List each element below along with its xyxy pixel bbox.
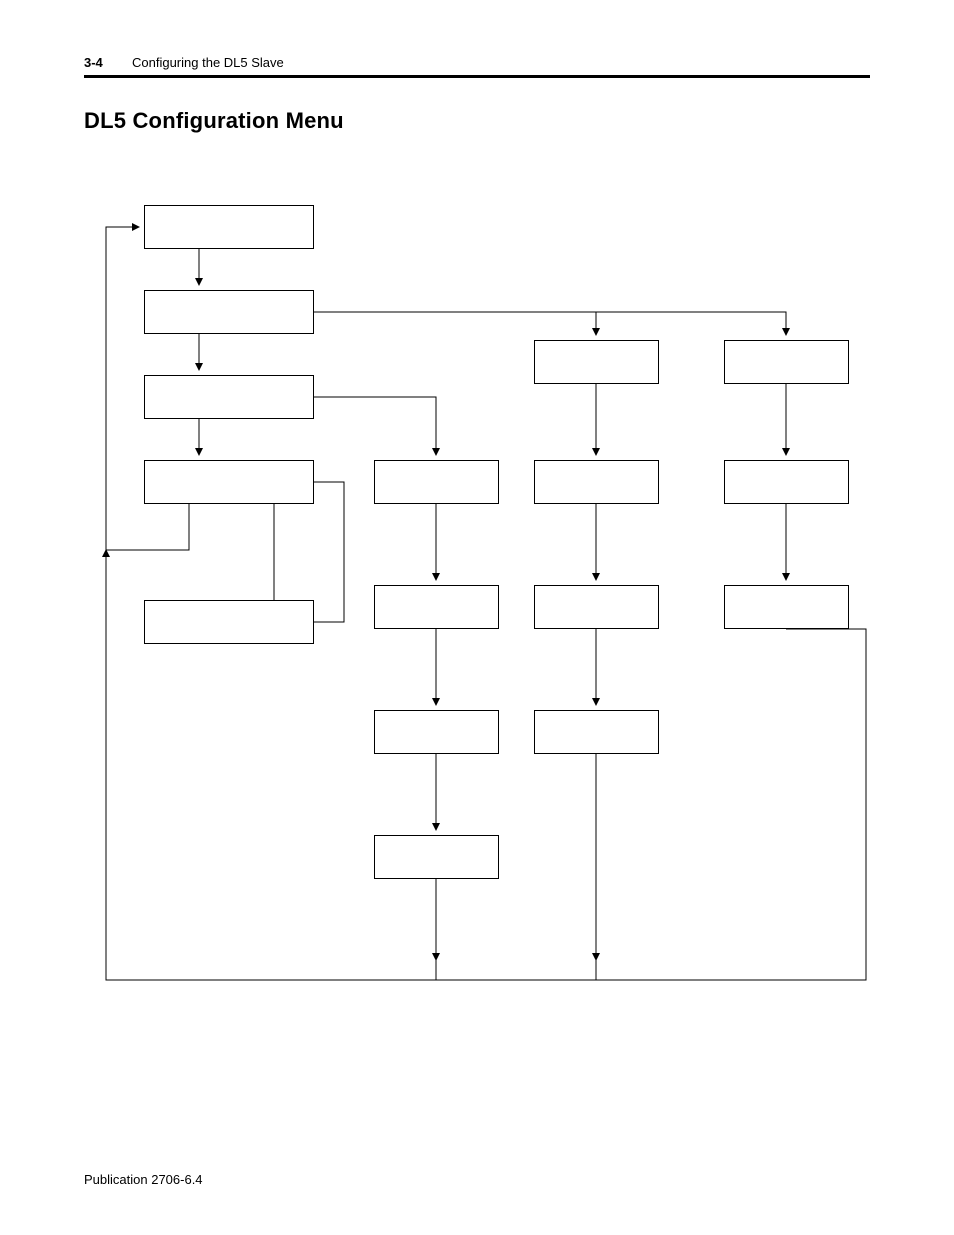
flowchart-box	[374, 460, 499, 504]
section-title: DL5 Configuration Menu	[84, 108, 344, 134]
flowchart-box	[724, 460, 849, 504]
flowchart-box	[144, 375, 314, 419]
publication-footer: Publication 2706-6.4	[84, 1172, 203, 1187]
flowchart-box	[534, 585, 659, 629]
page-number: 3-4	[84, 55, 103, 70]
flowchart-box	[374, 710, 499, 754]
flowchart-box	[724, 585, 849, 629]
chapter-title: Configuring the DL5 Slave	[132, 55, 284, 70]
header-rule	[84, 75, 870, 78]
flowchart-box	[144, 205, 314, 249]
flowchart-box	[144, 460, 314, 504]
flowchart-diagram	[84, 190, 884, 1020]
flowchart-box	[534, 340, 659, 384]
flowchart-box	[144, 600, 314, 644]
flowchart-box	[534, 460, 659, 504]
flowchart-box	[724, 340, 849, 384]
flowchart-box	[374, 835, 499, 879]
flowchart-box	[144, 290, 314, 334]
flowchart-box	[534, 710, 659, 754]
flowchart-box	[374, 585, 499, 629]
